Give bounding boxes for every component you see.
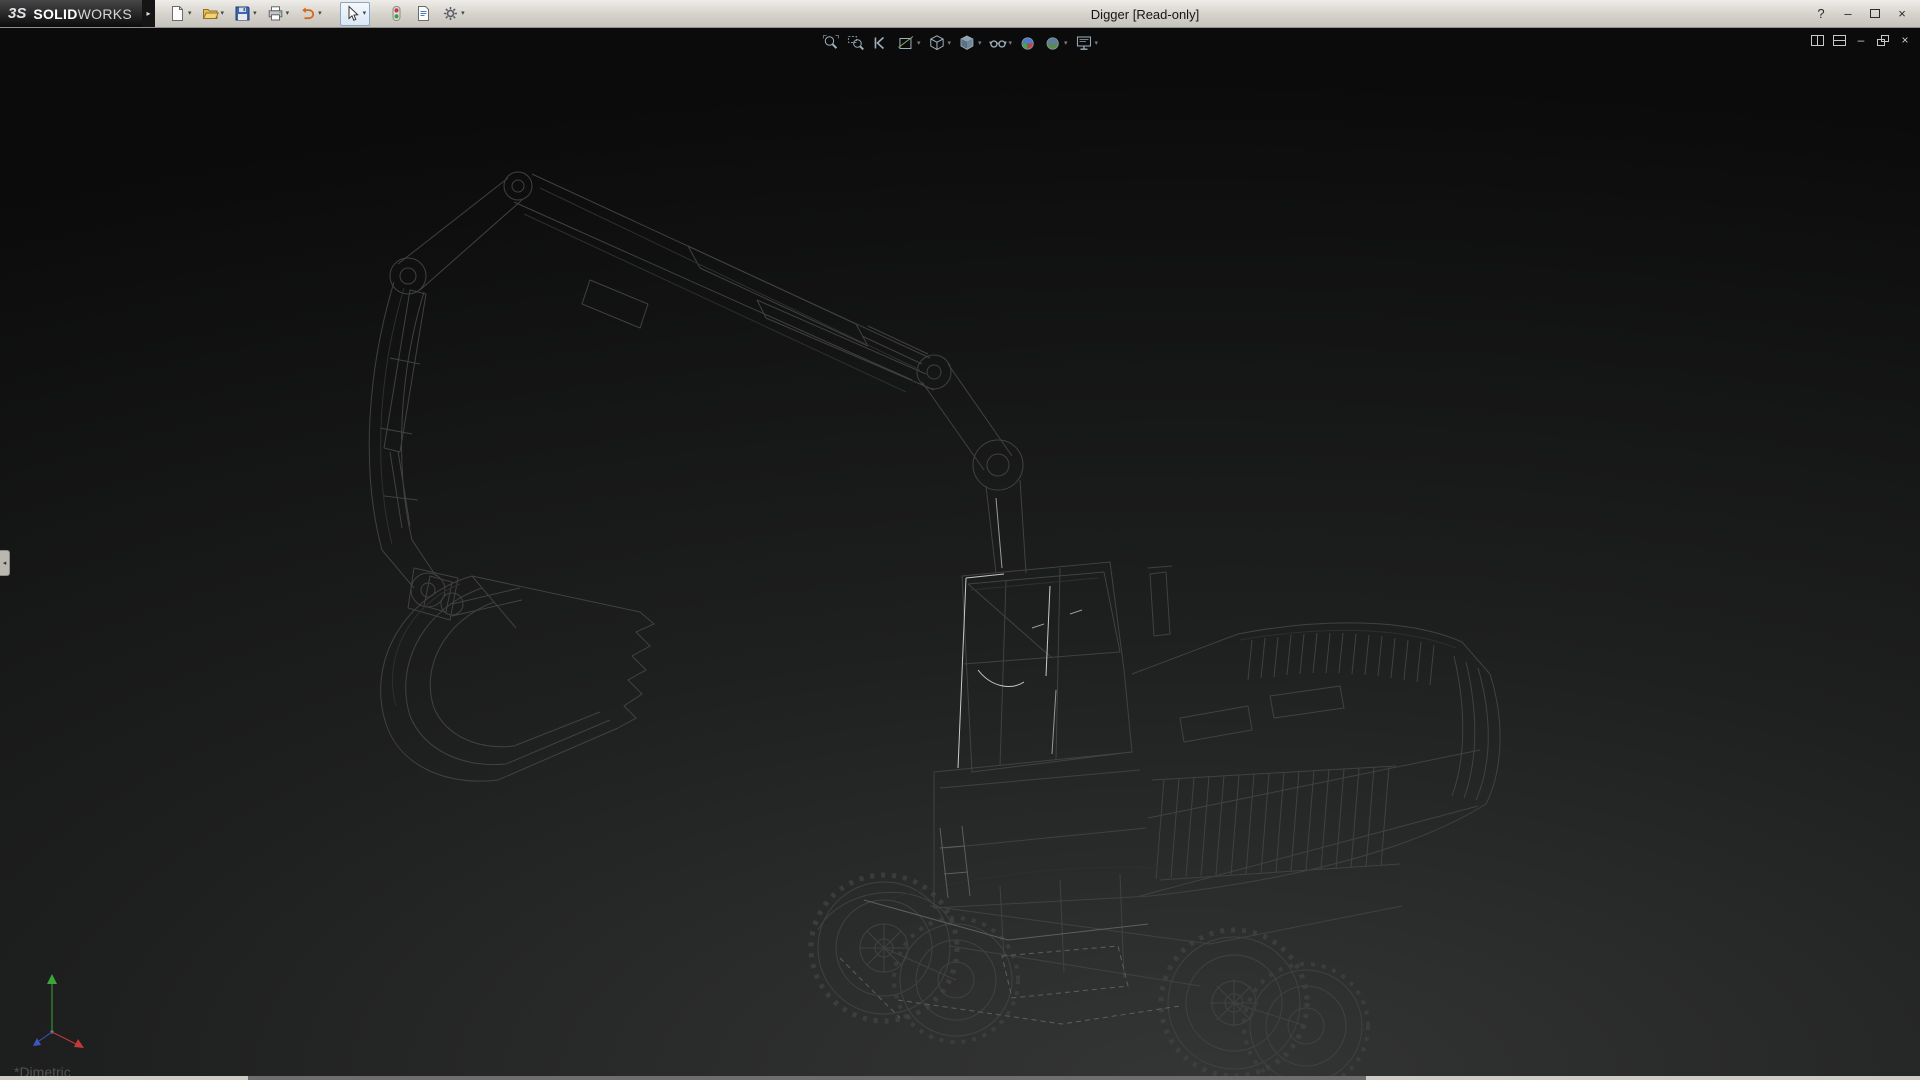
document-minimize-button[interactable]: –	[1854, 33, 1868, 47]
document-window-controls: – ×	[1810, 33, 1912, 47]
undo-button[interactable]: ▾	[295, 2, 326, 26]
rebuild-stoplight-icon	[388, 5, 405, 22]
dropdown-caret-icon[interactable]: ▾	[917, 40, 921, 47]
restore-icon	[1877, 35, 1889, 46]
new-document-button[interactable]: ▾	[165, 2, 196, 26]
zoom-to-fit-button[interactable]	[820, 33, 842, 53]
brand-name-light: WORKS	[78, 6, 132, 22]
print-icon	[267, 5, 284, 22]
window-controls: ? – ×	[1812, 5, 1920, 23]
view-settings-icon	[1075, 34, 1093, 52]
toolbar-expand-button[interactable]: ▸	[142, 0, 155, 27]
section-view-icon	[897, 34, 915, 52]
status-bar-edge	[0, 1076, 1920, 1080]
orientation-triad	[16, 966, 92, 1054]
help-button[interactable]: ?	[1812, 5, 1830, 23]
display-style-button[interactable]: ▾	[956, 33, 984, 53]
print-button[interactable]: ▾	[263, 2, 294, 26]
open-icon	[202, 5, 219, 22]
main-toolbar: ▾ ▾ ▾ ▾ ▾ ▾ ▾	[165, 2, 469, 26]
document-restore-button[interactable]	[1876, 33, 1890, 47]
maximize-icon	[1870, 9, 1880, 18]
dropdown-caret-icon[interactable]: ▾	[947, 40, 951, 47]
split-pane-vertical-icon	[1811, 35, 1824, 46]
dropdown-caret-icon[interactable]: ▾	[318, 10, 322, 17]
select-cursor-icon	[344, 5, 361, 22]
apply-scene-button[interactable]: ▾	[1042, 33, 1070, 53]
apply-scene-icon	[1044, 34, 1062, 52]
edit-appearance-button[interactable]	[1017, 33, 1039, 53]
graphics-viewport[interactable]: ▾ ▾ ▾ ▾ ▾ ▾ –	[0, 28, 1920, 1080]
previous-view-icon	[872, 34, 890, 52]
rebuild-button[interactable]	[384, 2, 409, 26]
dropdown-caret-icon[interactable]: ▾	[286, 10, 290, 17]
undo-icon	[299, 5, 316, 22]
hide-show-items-button[interactable]: ▾	[987, 33, 1015, 53]
split-pane-horizontal-button[interactable]	[1832, 33, 1846, 47]
options-button[interactable]: ▾	[438, 2, 469, 26]
zoom-to-area-icon	[847, 34, 865, 52]
hide-show-glasses-icon	[989, 34, 1007, 52]
section-view-button[interactable]: ▾	[895, 33, 923, 53]
dropdown-caret-icon[interactable]: ▾	[188, 10, 192, 17]
wireframe-model	[0, 28, 1920, 1080]
minimize-button[interactable]: –	[1839, 5, 1857, 23]
previous-view-button[interactable]	[870, 33, 892, 53]
triad-x-axis	[52, 1032, 84, 1048]
solidworks-logo: 3S SOLIDWORKS	[0, 0, 142, 27]
feature-panel-collapse-tab[interactable]: ◂	[0, 550, 10, 576]
triad-z-axis	[33, 1032, 52, 1046]
heads-up-view-toolbar: ▾ ▾ ▾ ▾ ▾ ▾	[820, 33, 1100, 53]
zoom-to-fit-icon	[822, 34, 840, 52]
zoom-to-area-button[interactable]	[845, 33, 867, 53]
view-orientation-button[interactable]: ▾	[925, 33, 953, 53]
new-document-icon	[169, 5, 186, 22]
titlebar: 3S SOLIDWORKS ▸ ▾ ▾ ▾ ▾ ▾ ▾	[0, 0, 1920, 28]
dropdown-caret-icon[interactable]: ▾	[1095, 40, 1099, 47]
dropdown-caret-icon[interactable]: ▾	[221, 10, 225, 17]
display-style-icon	[958, 34, 976, 52]
maximize-button[interactable]	[1866, 5, 1884, 23]
close-button[interactable]: ×	[1893, 5, 1911, 23]
dropdown-caret-icon[interactable]: ▾	[1009, 40, 1013, 47]
triad-y-axis	[47, 974, 57, 1032]
file-properties-button[interactable]	[411, 2, 436, 26]
save-icon	[234, 5, 251, 22]
edit-appearance-ball-icon	[1019, 34, 1037, 52]
file-properties-icon	[415, 5, 432, 22]
dropdown-caret-icon[interactable]: ▾	[1064, 40, 1068, 47]
dropdown-caret-icon[interactable]: ▾	[253, 10, 257, 17]
brand-name: SOLIDWORKS	[33, 6, 132, 22]
window-title: Digger [Read-only]	[1000, 7, 1290, 22]
document-close-button[interactable]: ×	[1898, 33, 1912, 47]
dropdown-caret-icon[interactable]: ▾	[363, 10, 367, 17]
view-orientation-cube-icon	[927, 34, 945, 52]
dropdown-caret-icon[interactable]: ▾	[978, 40, 982, 47]
open-button[interactable]: ▾	[198, 2, 229, 26]
select-tool-button[interactable]: ▾	[340, 2, 371, 26]
view-settings-button[interactable]: ▾	[1073, 33, 1101, 53]
options-gear-icon	[442, 5, 459, 22]
split-pane-vertical-button[interactable]	[1810, 33, 1824, 47]
status-bar-scroll-segment	[248, 1076, 1366, 1080]
brand-mark-icon: 3S	[8, 5, 26, 22]
save-button[interactable]: ▾	[230, 2, 261, 26]
dropdown-caret-icon[interactable]: ▾	[461, 10, 465, 17]
brand-name-bold: SOLID	[33, 6, 77, 22]
split-pane-horizontal-icon	[1833, 35, 1846, 46]
